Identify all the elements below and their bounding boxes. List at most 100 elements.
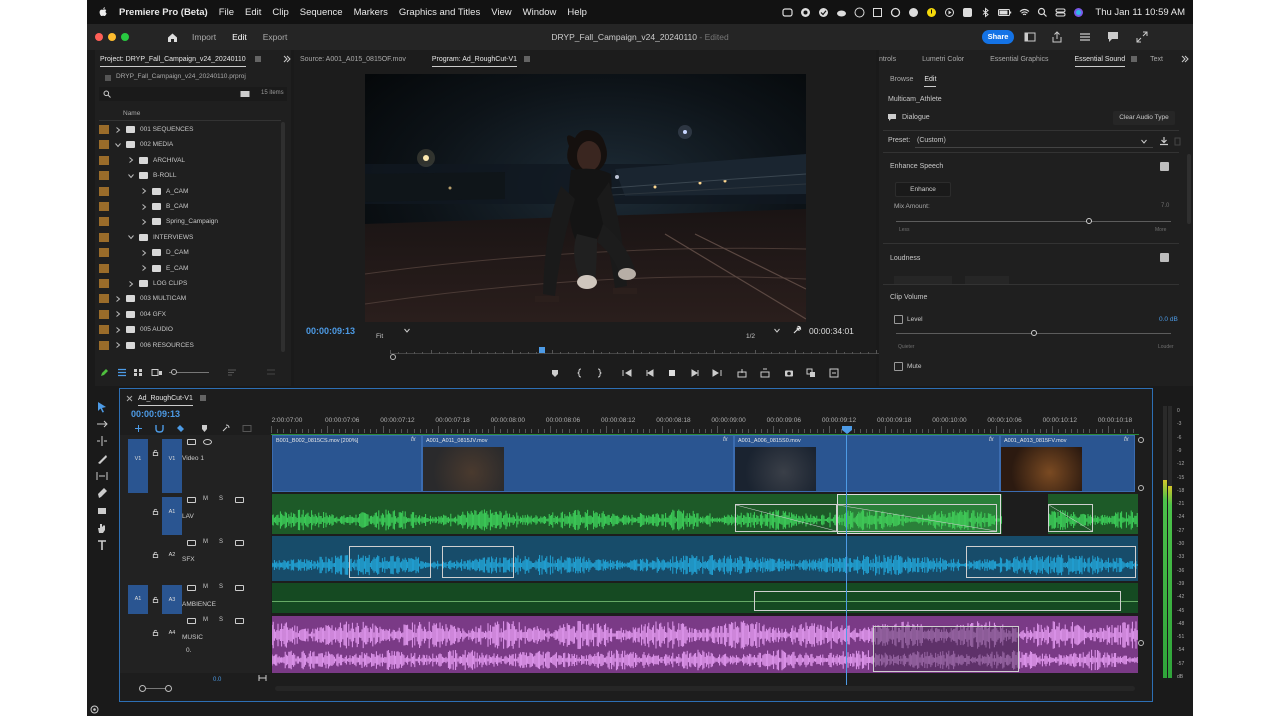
delete-preset-icon[interactable] <box>1173 136 1182 146</box>
chevron-down-icon[interactable] <box>115 142 121 148</box>
audio-clip-lav[interactable] <box>272 494 1138 534</box>
automate-to-sequence-icon[interactable] <box>266 368 276 377</box>
label-color-swatch[interactable] <box>99 202 109 211</box>
chevron-right-icon[interactable] <box>128 157 134 164</box>
track-header-a1[interactable]: A1 M S LAV <box>120 493 271 536</box>
project-bin-row[interactable]: Spring_Campaign <box>95 214 285 229</box>
lock-icon[interactable] <box>152 551 159 558</box>
sync-icon[interactable] <box>800 7 811 18</box>
project-bin-row[interactable]: ARCHIVAL <box>95 153 285 168</box>
label-color-swatch[interactable] <box>99 248 109 258</box>
power-icon[interactable] <box>908 7 919 18</box>
fade-transition[interactable] <box>754 591 1121 611</box>
vscroll-handle-top[interactable] <box>1138 437 1144 443</box>
chevron-right-icon[interactable] <box>115 342 121 348</box>
project-bin-row[interactable]: 004 GFX <box>95 307 285 322</box>
snap-icon[interactable] <box>155 424 164 433</box>
label-color-swatch[interactable] <box>99 340 109 350</box>
label-color-swatch[interactable] <box>99 279 109 288</box>
comparison-view-icon[interactable] <box>806 368 816 378</box>
save-preset-icon[interactable] <box>1159 136 1169 146</box>
label-color-swatch[interactable] <box>99 294 109 304</box>
tab-project[interactable]: Project: DRYP_Fall_Campaign_v24_20240110 <box>100 56 246 67</box>
column-header-name[interactable]: Name <box>123 110 140 117</box>
zoom-handle-end[interactable] <box>165 685 172 692</box>
close-icon[interactable] <box>126 395 133 402</box>
track-name[interactable]: AMBIENCE <box>182 601 216 608</box>
mute-button[interactable]: M <box>203 539 212 547</box>
slip-tool-icon[interactable] <box>96 470 108 482</box>
status-icon[interactable] <box>90 705 99 714</box>
fx-badge-icon[interactable]: fx <box>723 437 728 443</box>
chevron-right-icon[interactable] <box>141 249 147 256</box>
menu-view[interactable]: View <box>491 7 511 18</box>
search-icon[interactable] <box>1037 7 1048 18</box>
go-to-in-icon[interactable] <box>622 368 632 378</box>
icon-view-icon[interactable] <box>133 368 143 377</box>
project-scrollbar[interactable] <box>281 122 285 352</box>
tab-essential-graphics[interactable]: Essential Graphics <box>990 56 1048 63</box>
export-frame-icon[interactable] <box>784 368 794 378</box>
track-target-v1[interactable]: V1 <box>162 439 182 493</box>
stop-icon[interactable] <box>667 368 677 378</box>
workspace-edit[interactable]: Edit <box>232 32 247 42</box>
freeform-view-icon[interactable] <box>151 368 163 377</box>
add-marker-icon[interactable] <box>200 424 209 433</box>
chevron-right-icon[interactable] <box>115 326 121 333</box>
multicam-icon[interactable] <box>829 368 839 378</box>
label-color-swatch[interactable] <box>99 325 109 335</box>
label-color-swatch[interactable] <box>99 155 109 165</box>
toggle-sync-lock-icon[interactable] <box>187 497 196 503</box>
expand-panels-icon[interactable] <box>283 55 291 63</box>
menu-lines-icon[interactable] <box>1079 31 1091 43</box>
level-checkbox[interactable] <box>894 315 903 324</box>
lock-icon[interactable] <box>152 449 159 456</box>
label-color-swatch[interactable] <box>99 186 109 196</box>
track-header-a2[interactable]: A2 M S SFX <box>120 536 271 581</box>
video-clip[interactable]: B001_B002_0815CS.mov [200%] fx <box>272 435 422 492</box>
solo-button[interactable]: S <box>219 617 228 625</box>
tab-program[interactable]: Program: Ad_RoughCut-V1 <box>431 56 518 67</box>
solo-button[interactable]: S <box>219 584 228 592</box>
mark-out-icon[interactable] <box>594 368 604 378</box>
microphone-icon[interactable] <box>235 497 244 503</box>
menu-file[interactable]: File <box>219 7 234 18</box>
source-patch-v1[interactable]: V1 <box>128 439 148 493</box>
solo-button[interactable]: S <box>219 539 228 547</box>
track-header-a4[interactable]: A4 M S MUSIC 0. <box>120 614 271 673</box>
timeline-horizontal-scrollbar[interactable] <box>275 686 1135 691</box>
clear-audio-type-button[interactable]: Clear Audio Type <box>1113 111 1175 125</box>
essential-sound-scrollbar[interactable] <box>1187 154 1191 224</box>
lock-icon[interactable] <box>152 508 159 515</box>
razor-tool-icon[interactable] <box>96 453 108 465</box>
record-icon[interactable] <box>890 7 901 18</box>
fade-transition[interactable] <box>966 546 1136 578</box>
timeline-ruler[interactable]: 2:00:07:00 00:00:07:06 00:00:07:12 00:00:07… <box>271 415 1139 435</box>
track-select-tool-icon[interactable] <box>96 418 108 430</box>
ripple-edit-tool-icon[interactable] <box>96 435 108 447</box>
panel-toggle-icon[interactable] <box>1024 31 1036 43</box>
project-bin-row[interactable]: B_CAM <box>95 199 285 214</box>
toggle-sync-lock-icon[interactable] <box>187 439 196 445</box>
control-center-icon[interactable] <box>1055 7 1066 18</box>
menu-clip[interactable]: Clip <box>272 7 288 18</box>
tab-menu-icon[interactable] <box>523 55 531 63</box>
hand-tool-icon[interactable] <box>96 522 108 534</box>
workspace-export[interactable]: Export <box>263 32 288 42</box>
project-bin-row[interactable]: 003 MULTICAM <box>95 291 285 306</box>
fullscreen-icon[interactable] <box>1136 31 1148 43</box>
project-search-field[interactable]: 15 items <box>99 87 287 101</box>
microphone-icon[interactable] <box>235 618 244 624</box>
chevron-right-icon[interactable] <box>141 265 147 271</box>
toggle-sync-lock-icon[interactable] <box>187 585 196 591</box>
captions-icon[interactable] <box>242 424 252 433</box>
audio-clip-ambience[interactable] <box>272 583 1138 613</box>
program-playhead[interactable] <box>538 347 545 353</box>
video-clip[interactable]: A001_A013_0815FV.mov fx <box>1000 435 1135 492</box>
label-color-swatch[interactable] <box>99 171 109 181</box>
label-color-swatch[interactable] <box>99 232 109 242</box>
bluetooth-icon[interactable] <box>980 6 991 18</box>
step-forward-icon[interactable] <box>690 368 700 378</box>
menu-edit[interactable]: Edit <box>245 7 261 18</box>
zoom-window-button[interactable] <box>121 33 129 41</box>
